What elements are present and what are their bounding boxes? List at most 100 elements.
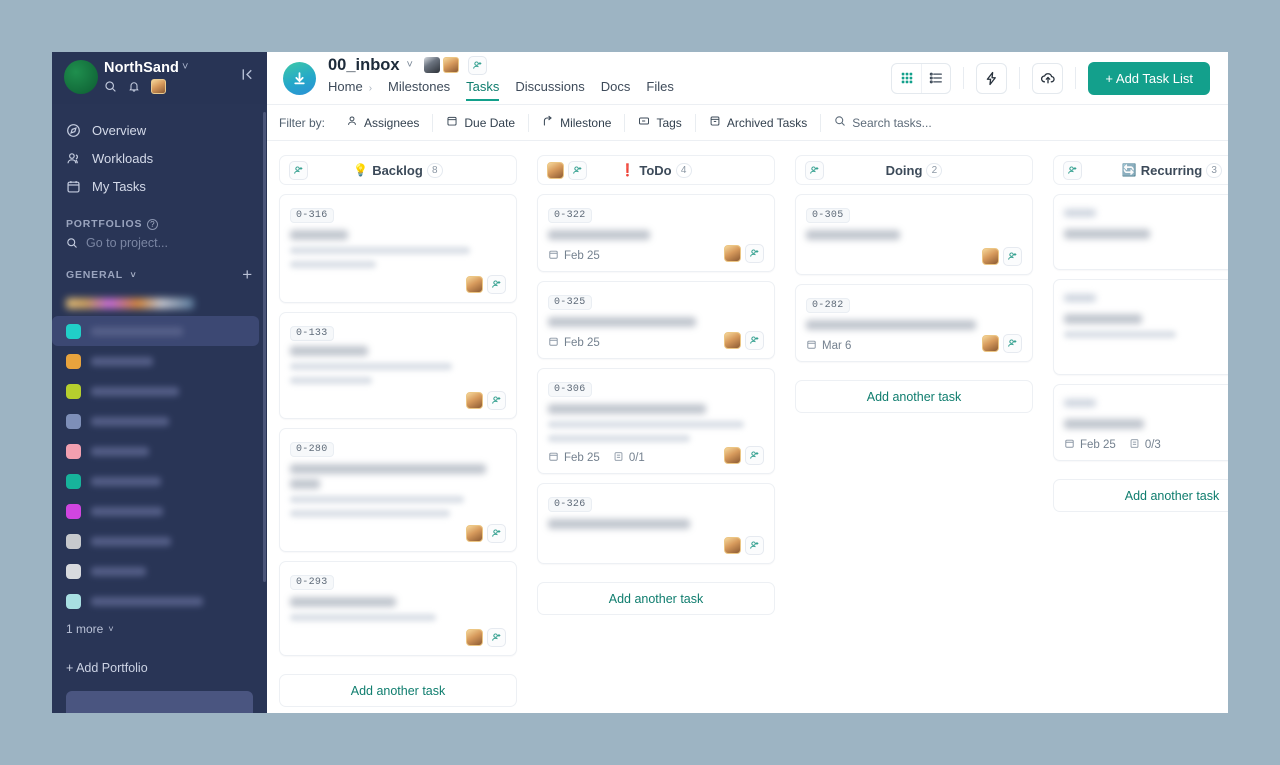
avatar[interactable] — [724, 537, 741, 554]
list-view-icon[interactable] — [921, 63, 950, 93]
avatar[interactable] — [724, 447, 741, 464]
bell-icon[interactable] — [128, 80, 140, 93]
task-card[interactable]: 0-280 — [279, 428, 517, 552]
avatar[interactable] — [442, 57, 459, 73]
add-assignee-icon[interactable] — [1003, 334, 1022, 353]
avatar[interactable] — [982, 335, 999, 352]
sidebar-item-workloads[interactable]: Workloads — [52, 144, 267, 172]
task-card[interactable]: 0-133 — [279, 312, 517, 419]
list-item[interactable] — [52, 556, 267, 586]
add-member-icon[interactable] — [289, 160, 308, 180]
task-card[interactable] — [1053, 194, 1228, 270]
task-card[interactable]: Feb 25 0/3 — [1053, 384, 1228, 461]
task-card-footer — [290, 391, 506, 410]
filter-tags[interactable]: Tags — [625, 113, 696, 132]
list-item[interactable] — [52, 346, 267, 376]
avatar[interactable] — [423, 57, 440, 73]
avatar[interactable] — [724, 332, 741, 349]
tab-discussions[interactable]: Discussions — [515, 77, 584, 101]
org-name[interactable]: NorthSand — [104, 58, 179, 76]
add-assignee-icon[interactable] — [745, 536, 764, 555]
chevron-down-icon[interactable]: ˅ — [130, 270, 136, 280]
chevron-down-icon[interactable]: ˅ — [182, 61, 188, 73]
add-another-task-button[interactable]: Add another task — [1053, 479, 1228, 512]
list-item[interactable] — [52, 496, 267, 526]
add-member-icon[interactable] — [568, 160, 587, 180]
avatar[interactable] — [982, 248, 999, 265]
add-project-icon[interactable]: + — [242, 266, 253, 283]
add-member-icon[interactable] — [805, 160, 824, 180]
add-another-task-button[interactable]: Add another task — [537, 582, 775, 615]
grid-view-icon[interactable] — [892, 64, 921, 93]
task-title-redacted — [290, 479, 320, 489]
task-card[interactable]: 0-306 Feb 25 0/1 — [537, 368, 775, 474]
filter-milestone[interactable]: Milestone — [529, 113, 626, 132]
project-search[interactable]: Go to project... — [52, 230, 267, 252]
list-item[interactable] — [52, 526, 267, 556]
list-item[interactable] — [52, 316, 259, 346]
add-task-list-button[interactable]: + Add Task List — [1088, 61, 1210, 95]
task-card[interactable] — [1053, 279, 1228, 375]
sidebar-scrollbar[interactable] — [263, 112, 266, 582]
add-assignee-icon[interactable] — [487, 391, 506, 410]
task-card[interactable]: 0-293 — [279, 561, 517, 656]
avatar[interactable] — [724, 245, 741, 262]
avatar[interactable] — [466, 629, 483, 646]
tab-tasks[interactable]: Tasks — [466, 77, 500, 101]
tab-files[interactable]: Files — [646, 77, 673, 101]
task-card[interactable]: 0-322 Feb 25 — [537, 194, 775, 272]
tab-docs[interactable]: Docs — [601, 77, 631, 101]
avatar[interactable] — [466, 525, 483, 542]
sidebar-bottom-bar[interactable] — [66, 691, 253, 713]
chevron-down-icon[interactable]: ˅ — [407, 59, 413, 71]
list-item[interactable] — [52, 586, 267, 616]
filter-archived-tasks[interactable]: Archived Tasks — [696, 113, 822, 132]
add-another-task-button[interactable]: Add another task — [795, 380, 1033, 413]
task-card[interactable]: 0-305 — [795, 194, 1033, 275]
project-name-redacted — [66, 297, 194, 309]
add-member-icon[interactable] — [1063, 160, 1082, 180]
sidebar-item-overview[interactable]: Overview — [52, 116, 267, 144]
add-assignee-icon[interactable] — [1003, 247, 1022, 266]
task-card[interactable]: 0-282 Mar 6 — [795, 284, 1033, 362]
user-avatar[interactable] — [151, 79, 166, 94]
add-assignee-icon[interactable] — [487, 524, 506, 543]
filter-due-date[interactable]: Due Date — [433, 113, 530, 132]
add-assignee-icon[interactable] — [745, 331, 764, 350]
tab-milestones[interactable]: Milestones — [388, 77, 450, 101]
search-icon — [834, 115, 846, 130]
add-assignee-icon[interactable] — [745, 446, 764, 465]
search-tasks-input[interactable]: Search tasks... — [821, 114, 944, 132]
list-item[interactable] — [52, 436, 267, 466]
filter-assignees[interactable]: Assignees — [333, 113, 434, 132]
add-assignee-icon[interactable] — [745, 244, 764, 263]
column-header: ❗ ToDo 4 — [537, 155, 775, 185]
sidebar-item-my-tasks[interactable]: My Tasks — [52, 172, 267, 200]
add-assignee-icon[interactable] — [487, 628, 506, 647]
help-icon[interactable]: ? — [147, 218, 159, 230]
due-date-text: Feb 25 — [564, 337, 600, 349]
project-color-swatch — [66, 503, 81, 519]
list-item[interactable] — [52, 466, 267, 496]
task-card[interactable]: 0-325 Feb 25 — [537, 281, 775, 359]
task-card[interactable]: 0-326 — [537, 483, 775, 564]
list-item[interactable] — [52, 376, 267, 406]
avatar[interactable] — [466, 392, 483, 409]
show-more-projects[interactable]: 1 more ˅ — [52, 616, 267, 636]
add-portfolio-button[interactable]: + Add Portfolio — [52, 661, 162, 675]
cloud-upload-icon[interactable] — [1032, 62, 1064, 94]
list-item[interactable] — [52, 406, 267, 436]
avatar[interactable] — [547, 161, 564, 179]
collapse-panel-icon[interactable] — [240, 67, 255, 87]
list-item[interactable] — [52, 290, 267, 316]
tab-home[interactable]: Home — [328, 77, 363, 101]
add-assignee-icon[interactable] — [487, 275, 506, 294]
task-card[interactable]: 0-316 — [279, 194, 517, 303]
add-another-task-button[interactable]: Add another task — [279, 674, 517, 707]
board-column-backlog: 💡 Backlog 8 0-316 0-133 0-280 0-293 Add … — [279, 155, 517, 713]
avatar[interactable] — [466, 276, 483, 293]
search-icon[interactable] — [104, 80, 117, 93]
org-avatar[interactable] — [64, 60, 98, 94]
add-member-icon[interactable] — [467, 55, 487, 75]
lightning-bolt-icon[interactable] — [976, 62, 1008, 94]
